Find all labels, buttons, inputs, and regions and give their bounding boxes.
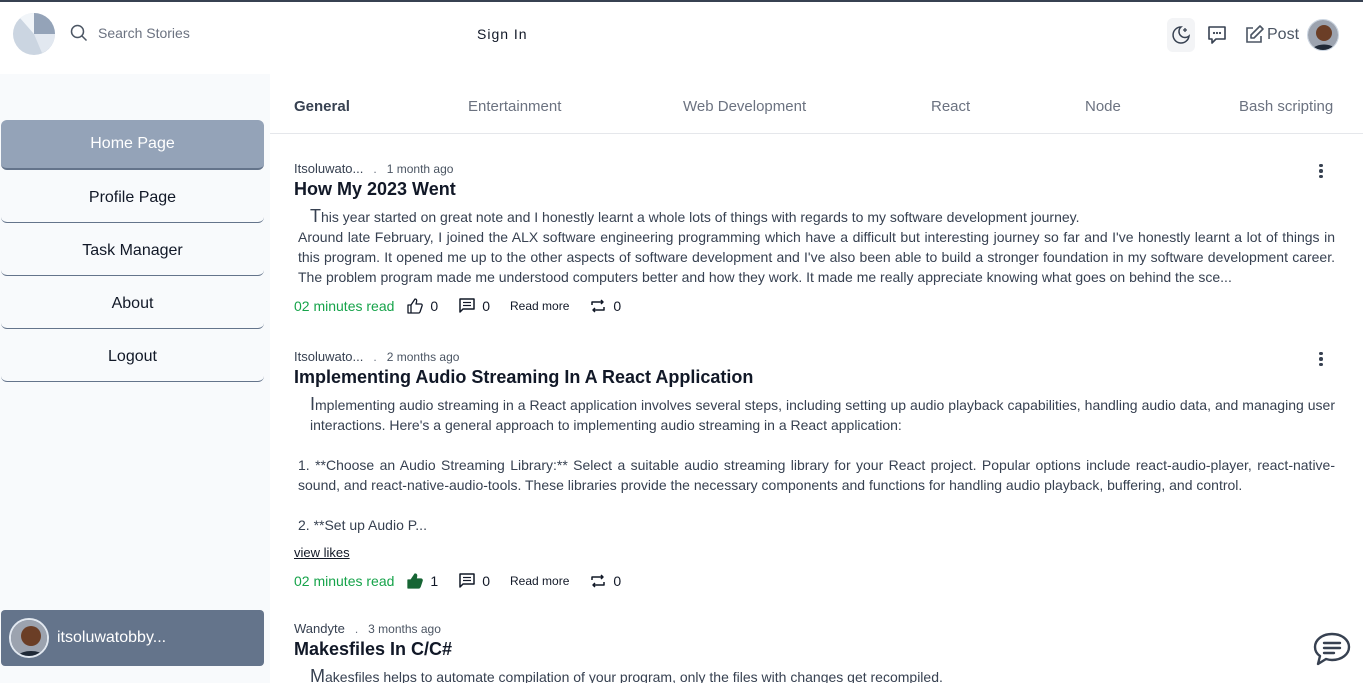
thumbs-up-icon [407, 573, 424, 589]
story-title[interactable]: Makesfiles In C/C# [294, 639, 1339, 660]
author-name[interactable]: Itsoluwato... [294, 349, 363, 364]
comment-button[interactable]: 0 [458, 297, 490, 315]
messages-button[interactable] [1203, 18, 1231, 52]
story-body: Implementing audio streaming in a React … [294, 394, 1339, 535]
author-name[interactable]: Wandyte [294, 621, 345, 636]
like-button[interactable]: 0 [406, 297, 438, 315]
user-name: itsoluwatobby... [57, 629, 167, 646]
like-count: 0 [430, 298, 439, 314]
category-tabs: General Entertainment Web Development Re… [270, 76, 1363, 134]
edit-icon [1246, 25, 1264, 43]
comment-button[interactable]: 0 [458, 572, 490, 590]
comment-icon [459, 573, 475, 588]
sign-in-link[interactable]: Sign In [477, 26, 528, 42]
repost-icon [591, 299, 606, 313]
post-label: Post [1267, 26, 1300, 43]
post-time: 1 month ago [386, 161, 454, 176]
repost-button[interactable]: 0 [589, 572, 621, 590]
story-paragraph: Makesfiles helps to automate compilation… [310, 666, 943, 683]
tab-bash-scripting[interactable]: Bash scripting [1239, 98, 1333, 115]
story-paragraph: Around late February, I joined the ALX s… [298, 229, 1335, 285]
story-meta: Wandyte . 3 months ago [294, 621, 1339, 636]
chat-bubble-icon[interactable] [1313, 632, 1351, 666]
story-paragraph: 2. **Set up Audio P... [298, 517, 427, 533]
post-button[interactable]: Post [1243, 18, 1305, 52]
story-meta: Itsoluwato... . 2 months ago [294, 349, 1339, 364]
thumbs-up-icon [407, 298, 424, 314]
sidebar-item-profile[interactable]: Profile Page [1, 173, 264, 223]
moon-icon [1172, 26, 1190, 44]
user-profile-card[interactable]: itsoluwatobby... [1, 610, 264, 666]
story-title[interactable]: Implementing Audio Streaming In A React … [294, 367, 1339, 388]
story-paragraph: 1. **Choose an Audio Streaming Library:*… [298, 457, 1335, 493]
sidebar-item-home[interactable]: Home Page [1, 120, 264, 170]
avatar [9, 618, 49, 658]
like-count: 1 [430, 573, 439, 589]
comment-count: 0 [482, 298, 490, 314]
story-actions: 02 minutes read 0 0 Read more 0 [294, 295, 1339, 317]
sidebar-item-task-manager[interactable]: Task Manager [1, 226, 264, 276]
tab-entertainment[interactable]: Entertainment [468, 98, 561, 115]
meta-separator: . [373, 161, 377, 176]
post-time: 2 months ago [386, 349, 460, 364]
comment-count: 0 [482, 573, 490, 589]
story-paragraph: Implementing audio streaming in a React … [310, 394, 1335, 433]
like-button[interactable]: 1 [406, 572, 438, 590]
read-more-link[interactable]: Read more [510, 299, 569, 313]
top-header: Sign In Post [0, 2, 1363, 74]
sidebar-item-logout[interactable]: Logout [1, 332, 264, 382]
meta-separator: . [373, 349, 377, 364]
story-body: This year started on great note and I ho… [294, 206, 1339, 287]
tab-general[interactable]: General [294, 98, 350, 115]
story-card: Wandyte . 3 months ago Makesfiles In C/C… [294, 621, 1339, 683]
logo-icon[interactable] [12, 12, 56, 56]
sidebar-nav: Home Page Profile Page Task Manager Abou… [1, 120, 264, 385]
kebab-icon[interactable] [1311, 161, 1331, 181]
kebab-icon[interactable] [1311, 349, 1331, 369]
read-more-link[interactable]: Read more [510, 574, 569, 588]
meta-separator: . [354, 621, 359, 636]
sidebar: Home Page Profile Page Task Manager Abou… [0, 74, 270, 683]
post-time: 3 months ago [368, 621, 441, 636]
read-time: 02 minutes read [294, 573, 395, 589]
share-count: 0 [613, 573, 622, 589]
story-meta: Itsoluwato... . 1 month ago [294, 161, 1339, 176]
story-card: Itsoluwato... . 1 month ago How My 2023 … [294, 161, 1339, 317]
view-likes-link[interactable]: view likes [294, 545, 350, 560]
story-body: Makesfiles helps to automate compilation… [294, 666, 1339, 683]
repost-icon [591, 574, 606, 588]
story-paragraph: This year started on great note and I ho… [310, 206, 1080, 226]
chat-icon [1208, 26, 1226, 44]
sidebar-item-about[interactable]: About [1, 279, 264, 329]
tab-web-development[interactable]: Web Development [683, 98, 806, 115]
read-time: 02 minutes read [294, 298, 395, 314]
search-icon [70, 24, 88, 42]
story-card: Itsoluwato... . 2 months ago Implementin… [294, 349, 1339, 592]
story-feed: Itsoluwato... . 1 month ago How My 2023 … [270, 135, 1363, 683]
theme-toggle-button[interactable] [1167, 18, 1195, 52]
story-actions: 02 minutes read 1 0 Read more 0 [294, 570, 1339, 592]
share-count: 0 [613, 298, 622, 314]
author-name[interactable]: Itsoluwato... [294, 161, 363, 176]
tab-react[interactable]: React [931, 98, 970, 115]
search-bar [70, 24, 298, 42]
search-input[interactable] [98, 25, 298, 41]
avatar[interactable] [1307, 19, 1339, 51]
comment-icon [459, 298, 475, 313]
story-title[interactable]: How My 2023 Went [294, 179, 1339, 200]
tab-node[interactable]: Node [1085, 98, 1121, 115]
repost-button[interactable]: 0 [589, 297, 621, 315]
